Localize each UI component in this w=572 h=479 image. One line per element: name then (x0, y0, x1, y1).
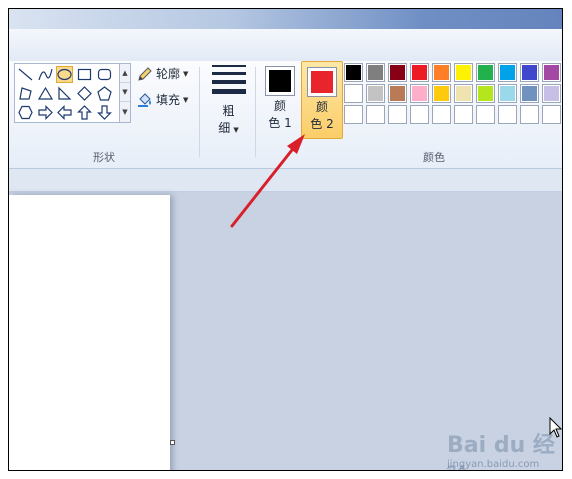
color2-label-line1: 颜 (315, 100, 328, 114)
palette-color-swatch[interactable] (542, 63, 561, 82)
polygon-shape-icon[interactable] (17, 85, 34, 102)
paint-bucket-icon (138, 92, 151, 107)
ribbon-separator (255, 67, 256, 157)
scroll-down-icon[interactable]: ▼ (120, 83, 130, 102)
palette-color-swatch[interactable] (432, 63, 451, 82)
rounded-rectangle-shape-icon[interactable] (96, 66, 113, 83)
color1-button[interactable]: 颜 色 1 (261, 63, 299, 139)
palette-color-swatch[interactable] (410, 63, 429, 82)
diamond-shape-icon[interactable] (76, 85, 93, 102)
shapes-gallery[interactable] (14, 63, 120, 123)
fill-label: 填充 (156, 93, 181, 107)
palette-color-swatch[interactable] (432, 84, 451, 103)
palette-color-swatch[interactable] (542, 105, 561, 124)
palette-color-swatch[interactable] (454, 105, 473, 124)
pencil-outline-icon (138, 66, 152, 81)
shapes-group-label: 形状 (93, 151, 115, 164)
palette-color-swatch[interactable] (498, 63, 517, 82)
palette-color-swatch[interactable] (388, 84, 407, 103)
palette-color-swatch[interactable] (520, 63, 539, 82)
oval-shape-icon[interactable] (56, 66, 73, 83)
color-palette (344, 63, 562, 125)
width-label-line2: 细 (218, 121, 231, 135)
outline-label: 轮廓 (156, 67, 181, 81)
drawing-canvas[interactable] (9, 195, 170, 470)
palette-color-swatch[interactable] (476, 84, 495, 103)
watermark-url: jingyan.baidu.com (447, 459, 540, 470)
palette-color-swatch[interactable] (344, 84, 363, 103)
palette-color-swatch[interactable] (410, 105, 429, 124)
palette-color-swatch[interactable] (454, 63, 473, 82)
palette-color-swatch[interactable] (388, 63, 407, 82)
palette-color-swatch[interactable] (388, 105, 407, 124)
outline-dropdown-icon: ▼ (183, 69, 189, 78)
palette-color-swatch[interactable] (432, 105, 451, 124)
palette-color-swatch[interactable] (476, 105, 495, 124)
palette-color-swatch[interactable] (454, 84, 473, 103)
triangle-shape-icon[interactable] (37, 85, 54, 102)
line-width-icon (212, 65, 246, 99)
width-dropdown-icon: ▼ (233, 126, 239, 134)
color2-button[interactable]: 颜 色 2 (301, 61, 343, 139)
palette-color-swatch[interactable] (520, 84, 539, 103)
palette-color-swatch[interactable] (410, 84, 429, 103)
color1-label-line1: 颜 (273, 99, 286, 113)
line-width-button[interactable]: 粗 细 ▼ (206, 63, 251, 139)
color1-swatch (265, 66, 295, 96)
palette-color-swatch[interactable] (542, 84, 561, 103)
ribbon: ▲ ▼ ▼ 轮廓 ▼ 填充 ▼ 形状 粗 细 ▼ 颜 色 1 颜 色 2 颜色 (9, 61, 562, 169)
fill-dropdown-icon: ▼ (183, 95, 189, 104)
palette-color-swatch[interactable] (520, 105, 539, 124)
down-arrow-shape-icon[interactable] (96, 104, 113, 121)
ribbon-tab-strip (9, 29, 562, 61)
palette-color-swatch[interactable] (366, 105, 385, 124)
curve-shape-icon[interactable] (37, 66, 54, 83)
palette-color-swatch[interactable] (344, 63, 363, 82)
palette-color-swatch[interactable] (498, 105, 517, 124)
ruler-strip (9, 169, 562, 192)
pentagon-shape-icon[interactable] (96, 85, 113, 102)
shapes-gallery-scroll[interactable]: ▲ ▼ ▼ (119, 63, 131, 123)
canvas-resize-handle[interactable] (170, 440, 175, 445)
ribbon-separator (199, 67, 200, 157)
left-arrow-shape-icon[interactable] (56, 104, 73, 121)
rectangle-shape-icon[interactable] (76, 66, 93, 83)
fill-button[interactable]: 填充 ▼ (137, 91, 188, 108)
hexagon-shape-icon[interactable] (17, 104, 34, 121)
colors-group-label: 颜色 (423, 151, 445, 164)
right-arrow-shape-icon[interactable] (37, 104, 54, 121)
palette-color-swatch[interactable] (344, 105, 363, 124)
mouse-cursor-icon (549, 417, 562, 438)
color1-label-line2: 色 1 (268, 116, 292, 130)
color2-label-line2: 色 2 (310, 117, 334, 131)
gallery-expand-icon[interactable]: ▼ (120, 102, 130, 121)
outline-button[interactable]: 轮廓 ▼ (137, 65, 188, 82)
baidu-watermark: Bai du 经验 jingyan.baidu.com (439, 419, 562, 470)
paint-window: ▲ ▼ ▼ 轮廓 ▼ 填充 ▼ 形状 粗 细 ▼ 颜 色 1 颜 色 2 颜色 … (8, 8, 563, 471)
width-label-line1: 粗 (222, 104, 235, 118)
up-arrow-shape-icon[interactable] (76, 104, 93, 121)
title-bar[interactable] (9, 9, 562, 29)
palette-color-swatch[interactable] (498, 84, 517, 103)
line-shape-icon[interactable] (17, 66, 34, 83)
palette-color-swatch[interactable] (366, 84, 385, 103)
palette-color-swatch[interactable] (476, 63, 495, 82)
palette-color-swatch[interactable] (366, 63, 385, 82)
color2-swatch (307, 67, 337, 97)
scroll-up-icon[interactable]: ▲ (120, 64, 130, 83)
right-triangle-shape-icon[interactable] (56, 85, 73, 102)
